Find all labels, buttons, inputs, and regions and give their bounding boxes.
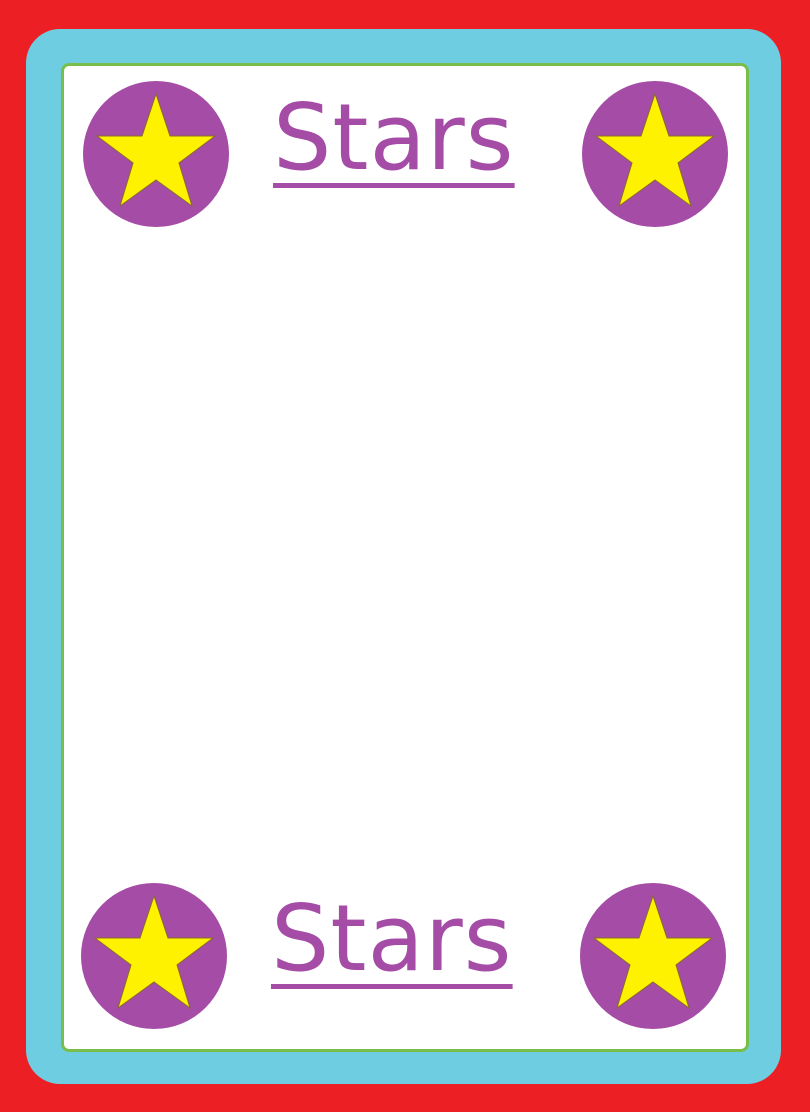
- card-page: Stars Stars: [0, 0, 810, 1112]
- card-title-top: Stars: [273, 84, 515, 191]
- star-icon: [580, 883, 726, 1029]
- star-icon: [83, 81, 229, 227]
- star-badge-top-left: [82, 80, 230, 228]
- star-icon: [81, 883, 227, 1029]
- star-badge-bottom-left: [80, 882, 228, 1030]
- card-title-bottom: Stars: [271, 885, 513, 992]
- star-badge-bottom-right: [579, 882, 727, 1030]
- star-icon: [582, 81, 728, 227]
- star-badge-top-right: [581, 80, 729, 228]
